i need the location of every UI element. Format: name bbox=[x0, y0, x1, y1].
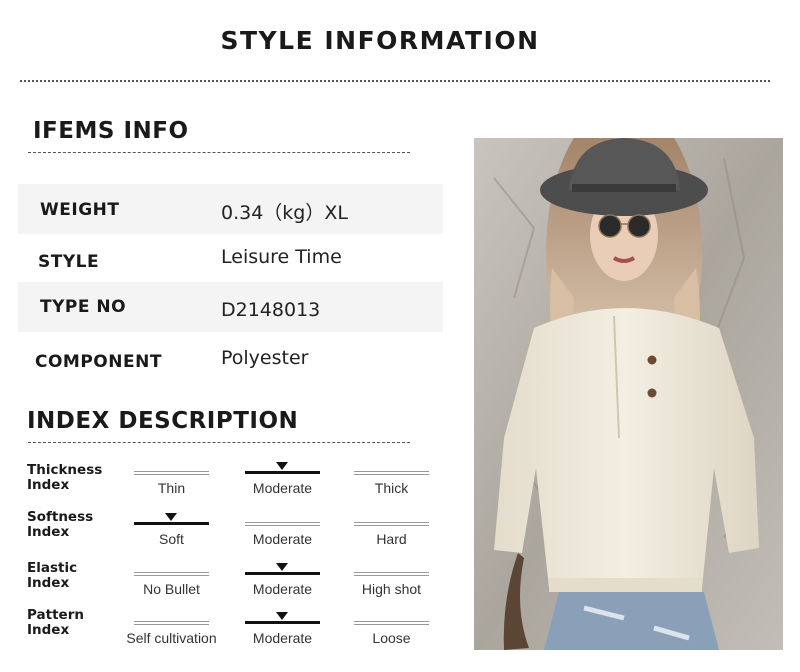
pattern-option-self-cultivation: Self cultivation bbox=[126, 612, 217, 652]
thickness-index-label: Thickness Index bbox=[27, 463, 102, 493]
index-bar bbox=[134, 572, 209, 576]
info-label: WEIGHT bbox=[40, 200, 120, 220]
index-option-label: Soft bbox=[159, 531, 184, 547]
index-label-line2: Index bbox=[27, 524, 70, 540]
index-bar bbox=[354, 471, 429, 475]
index-option-label: High shot bbox=[361, 581, 422, 597]
index-label-line2: Index bbox=[27, 622, 70, 638]
index-option-label: Loose bbox=[372, 630, 411, 646]
index-label-line1: Softness bbox=[27, 509, 94, 525]
index-bar bbox=[354, 621, 429, 625]
elastic-option-high-shot: High shot bbox=[354, 563, 429, 603]
info-value: Leisure Time bbox=[221, 246, 342, 268]
product-photo bbox=[474, 138, 783, 650]
index-bar bbox=[134, 522, 209, 525]
index-option-label: Thick bbox=[374, 480, 409, 496]
index-label-line1: Pattern bbox=[27, 607, 84, 623]
info-label: STYLE bbox=[38, 252, 100, 272]
items-info-divider bbox=[28, 152, 410, 153]
index-label-line2: Index bbox=[27, 575, 70, 591]
selected-marker-icon bbox=[276, 612, 288, 620]
pattern-option-loose: Loose bbox=[354, 612, 429, 652]
info-label: COMPONENT bbox=[35, 352, 162, 372]
index-option-label: Moderate bbox=[252, 630, 313, 646]
selected-marker-icon bbox=[276, 563, 288, 571]
selected-marker-icon bbox=[276, 462, 288, 470]
index-bar bbox=[134, 621, 209, 625]
info-row-component: COMPONENT Polyester bbox=[18, 336, 443, 386]
index-bar bbox=[245, 522, 320, 526]
index-option-label: Moderate bbox=[252, 531, 313, 547]
items-info-heading: IFEMS INFO bbox=[33, 118, 189, 144]
thickness-option-thick: Thick bbox=[354, 462, 429, 502]
index-bar bbox=[134, 471, 209, 475]
info-row-type-no: TYPE NO D2148013 bbox=[18, 282, 443, 332]
info-value: D2148013 bbox=[221, 299, 321, 321]
index-option-label: Moderate bbox=[252, 480, 313, 496]
index-option-label: Moderate bbox=[252, 581, 313, 597]
elastic-index-label: Elastic Index bbox=[27, 561, 77, 591]
index-option-label: Hard bbox=[376, 531, 407, 547]
info-row-style: STYLE Leisure Time bbox=[18, 234, 443, 284]
index-description-heading: INDEX DESCRIPTION bbox=[27, 408, 299, 434]
index-label-line1: Thickness bbox=[27, 462, 103, 478]
index-option-label: Thin bbox=[157, 480, 186, 496]
pattern-index-label: Pattern Index bbox=[27, 608, 84, 638]
index-bar bbox=[354, 522, 429, 526]
index-label-line2: Index bbox=[27, 477, 70, 493]
info-label: TYPE NO bbox=[40, 297, 127, 317]
elastic-option-no-bullet: No Bullet bbox=[134, 563, 209, 603]
index-bar bbox=[245, 621, 320, 624]
thickness-option-thin: Thin bbox=[134, 462, 209, 502]
index-description-divider bbox=[28, 442, 410, 443]
softness-option-hard: Hard bbox=[354, 513, 429, 553]
index-option-label: No Bullet bbox=[143, 581, 200, 597]
softness-index-label: Softness Index bbox=[27, 510, 93, 540]
elastic-option-moderate: Moderate bbox=[245, 563, 320, 603]
pattern-option-moderate: Moderate bbox=[245, 612, 320, 652]
index-bar bbox=[354, 572, 429, 576]
index-bar bbox=[245, 572, 320, 575]
index-option-label: Self cultivation bbox=[126, 630, 217, 646]
page-title: STYLE INFORMATION bbox=[220, 26, 540, 55]
index-bar bbox=[245, 471, 320, 474]
title-divider bbox=[20, 80, 770, 82]
softness-option-moderate: Moderate bbox=[245, 513, 320, 553]
softness-option-soft: Soft bbox=[134, 513, 209, 553]
thickness-option-moderate: Moderate bbox=[245, 462, 320, 502]
selected-marker-icon bbox=[165, 513, 177, 521]
info-row-weight: WEIGHT 0.34（kg）XL bbox=[18, 184, 443, 234]
info-value: 0.34（kg）XL bbox=[221, 202, 348, 224]
info-value: Polyester bbox=[221, 347, 309, 369]
index-label-line1: Elastic bbox=[27, 560, 78, 576]
